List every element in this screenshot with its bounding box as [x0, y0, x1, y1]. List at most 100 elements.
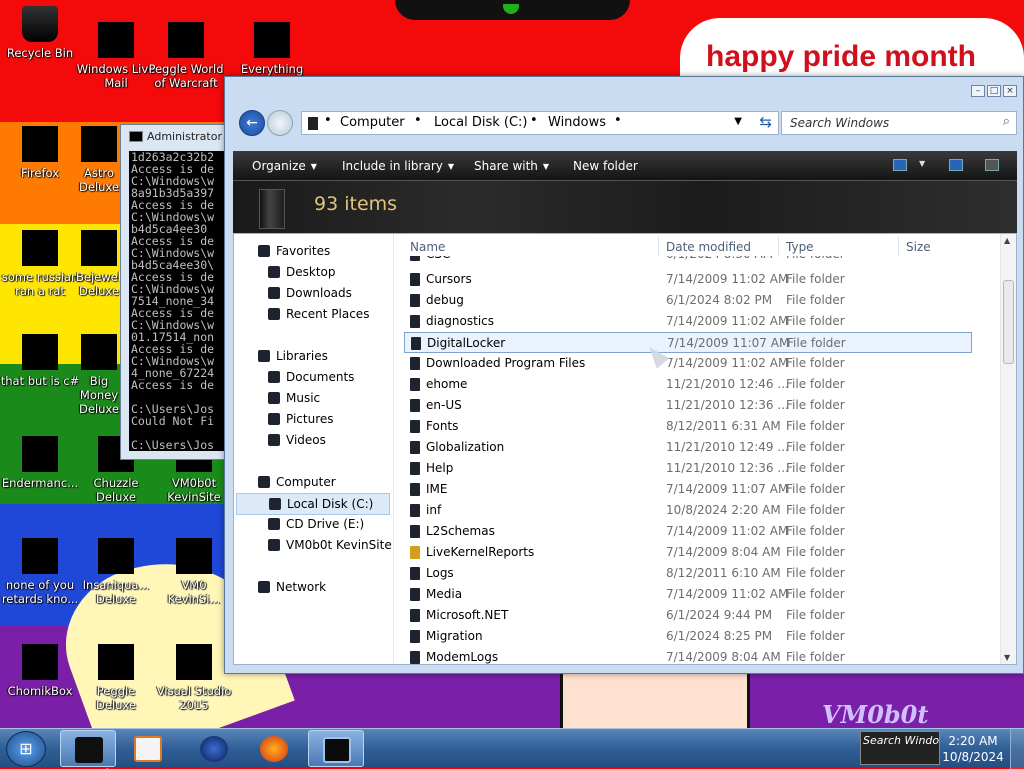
column-divider[interactable] — [898, 236, 899, 256]
desktop-icon-bejeweled[interactable]: Bejeweled Deluxe — [76, 230, 122, 298]
taskbar-firefox[interactable] — [246, 730, 302, 767]
desktop-icon-windows-live-mail[interactable]: Windows Live Mail — [76, 22, 156, 90]
file-row[interactable]: ModemLogs 7/14/2009 8:04 AM File folder — [404, 647, 972, 664]
breadcrumb-local-disk[interactable]: Local Disk (C:) — [434, 115, 527, 130]
nav-cd-drive[interactable]: CD Drive (E:) — [268, 517, 364, 531]
preview-pane-icon[interactable] — [949, 159, 963, 171]
nav-downloads[interactable]: Downloads — [268, 286, 352, 300]
nav-videos[interactable]: Videos — [268, 433, 326, 447]
nav-documents[interactable]: Documents — [268, 370, 354, 384]
desktop-icon-recycle-bin[interactable]: Recycle Bin — [0, 6, 80, 60]
file-row[interactable]: Fonts 8/12/2011 6:31 AM File folder — [404, 416, 972, 437]
breadcrumb-windows[interactable]: Windows — [548, 115, 606, 130]
file-row[interactable]: ehome 11/21/2010 12:46 ... File folder — [404, 374, 972, 395]
desktop-icon-none-of-you[interactable]: none of you retards kno... — [0, 538, 80, 606]
back-button[interactable]: ← — [239, 110, 265, 136]
nav-favorites[interactable]: Favorites — [258, 244, 330, 258]
desktop-icon-kevinsite-2[interactable]: VM0 KevinSi... — [154, 538, 234, 606]
address-bar[interactable]: • Computer • Local Disk (C:) • Windows •… — [301, 111, 779, 135]
desktop-icon-everything[interactable]: Everything — [232, 22, 312, 76]
system-clock[interactable]: 2:20 AM 10/8/2024 — [940, 733, 1006, 765]
column-header-size[interactable]: Size — [906, 238, 931, 258]
taskbar-media-player[interactable] — [120, 730, 176, 767]
file-row[interactable]: L2Schemas 7/14/2009 11:02 AM File folder — [404, 521, 972, 542]
desktop-icon-that-but-csharp[interactable]: that but is c# — [0, 334, 80, 388]
file-row[interactable]: diagnostics 7/14/2009 11:02 AM File folder — [404, 311, 972, 332]
explorer-window[interactable]: – □ × ← • Computer • Local Disk (C:) • W… — [224, 76, 1024, 674]
terminal-title-bar[interactable]: Administrator — [121, 125, 231, 149]
file-row[interactable]: Logs 8/12/2011 6:10 AM File folder — [404, 563, 972, 584]
nav-network[interactable]: Network — [258, 580, 326, 594]
command-prompt-window[interactable]: Administrator 1d263a2c32b2 Access is de C:… — [120, 124, 232, 460]
show-desktop-button[interactable] — [1010, 729, 1024, 769]
help-icon[interactable] — [985, 159, 999, 171]
breadcrumb-separator-icon[interactable]: • — [414, 113, 422, 128]
column-header-type[interactable]: Type — [786, 238, 814, 258]
start-button[interactable]: ⊞ — [6, 731, 46, 767]
search-box[interactable]: Search Windows ⌕ — [781, 111, 1017, 135]
nav-computer[interactable]: Computer — [258, 475, 336, 489]
new-folder-button[interactable]: New folder — [573, 159, 638, 173]
column-divider[interactable] — [658, 236, 659, 256]
file-row[interactable]: en-US 11/21/2010 12:36 ... File folder — [404, 395, 972, 416]
breadcrumb-separator-icon[interactable]: • — [614, 113, 622, 128]
taskbar-explorer[interactable] — [60, 730, 116, 767]
include-in-library-button[interactable]: Include in library ▼ — [342, 159, 454, 173]
nav-libraries[interactable]: Libraries — [258, 349, 328, 363]
chevron-down-icon[interactable]: ▼ — [919, 159, 925, 168]
desktop-icon-astro-deluxe[interactable]: Astro Deluxe — [76, 126, 122, 194]
desktop-icon-insaniquarium[interactable]: Insaniqua... Deluxe — [76, 538, 156, 606]
file-row[interactable]: Cursors 7/14/2009 11:02 AM File folder — [404, 269, 972, 290]
file-row[interactable]: inf 10/8/2024 2:20 AM File folder — [404, 500, 972, 521]
refresh-icon[interactable]: ⇆ — [759, 113, 772, 131]
breadcrumb-separator-icon[interactable]: • — [530, 113, 538, 128]
desktop-icon-visual-studio[interactable]: Visual Studio 2015 — [154, 644, 234, 712]
nav-desktop[interactable]: Desktop — [268, 265, 336, 279]
scroll-down-icon[interactable]: ▼ — [1004, 653, 1010, 662]
share-with-button[interactable]: Share with ▼ — [474, 159, 549, 173]
scroll-up-icon[interactable]: ▲ — [1004, 236, 1010, 245]
chevron-down-icon[interactable]: ▼ — [734, 116, 742, 127]
file-row[interactable]: DigitalLocker 7/14/2009 11:07 AM File fold… — [404, 332, 972, 353]
taskbar-command-prompt[interactable] — [308, 730, 364, 767]
file-row[interactable]: Media 7/14/2009 11:02 AM File folder — [404, 584, 972, 605]
file-row[interactable]: debug 6/1/2024 8:02 PM File folder — [404, 290, 972, 311]
desktop-icon-peggle-deluxe[interactable]: Peggle Deluxe — [76, 644, 156, 712]
desktop-icon-firefox[interactable]: Firefox — [0, 126, 80, 180]
file-row[interactable]: Downloaded Program Files 7/14/2009 11:02 … — [404, 353, 972, 374]
close-button[interactable]: × — [1003, 85, 1017, 97]
nav-pictures[interactable]: Pictures — [268, 412, 334, 426]
chevron-down-icon: ▼ — [542, 162, 550, 171]
desktop-icon-big-money[interactable]: Big Money Deluxe — [76, 334, 122, 416]
terminal-output[interactable]: 1d263a2c32b2 Access is de C:\Windows\w 8a91… — [129, 151, 231, 451]
file-row[interactable]: LiveKernelReports 7/14/2009 8:04 AM File f… — [404, 542, 972, 563]
file-row[interactable]: Migration 6/1/2024 8:25 PM File folder — [404, 626, 972, 647]
search-thumbnail[interactable]: Search Windo — [860, 731, 940, 765]
desktop-icon-endermanch[interactable]: Endermanc... — [0, 436, 80, 490]
column-header-name[interactable]: Name — [410, 238, 445, 258]
vertical-scrollbar[interactable]: ▲ ▼ — [1000, 234, 1016, 664]
desktop-icon-chomikbox[interactable]: ChomikBox — [0, 644, 80, 698]
nav-local-disk[interactable]: Local Disk (C:) — [236, 493, 390, 515]
desktop-icon-peggle-wow[interactable]: Peggle World of Warcraft — [146, 22, 226, 90]
taskbar-app-globe[interactable] — [186, 730, 242, 767]
minimize-button[interactable]: – — [971, 85, 985, 97]
column-divider[interactable] — [778, 236, 779, 256]
desktop-icon-russian-rat[interactable]: some russian ran a rat — [0, 230, 80, 298]
breadcrumb-computer[interactable]: Computer — [340, 115, 405, 130]
nav-music[interactable]: Music — [268, 391, 320, 405]
forward-button[interactable] — [267, 110, 293, 136]
nav-kevinsite[interactable]: VM0b0t KevinSite — [268, 538, 392, 552]
search-icon[interactable]: ⌕ — [1003, 114, 1010, 129]
organize-button[interactable]: Organize ▼ — [252, 159, 317, 173]
file-row[interactable]: Microsoft.NET 6/1/2024 9:44 PM File folder — [404, 605, 972, 626]
change-view-icon[interactable] — [893, 159, 907, 171]
address-row: ← • Computer • Local Disk (C:) • Windows… — [233, 105, 1017, 143]
column-header-date[interactable]: Date modified — [666, 238, 751, 258]
file-row[interactable]: Help 11/21/2010 12:36 ... File folder — [404, 458, 972, 479]
file-row[interactable]: IME 7/14/2009 11:07 AM File folder — [404, 479, 972, 500]
file-row[interactable]: Globalization 11/21/2010 12:49 ... File fo… — [404, 437, 972, 458]
maximize-button[interactable]: □ — [987, 85, 1001, 97]
nav-recent-places[interactable]: Recent Places — [268, 307, 369, 321]
scrollbar-thumb[interactable] — [1003, 280, 1014, 364]
